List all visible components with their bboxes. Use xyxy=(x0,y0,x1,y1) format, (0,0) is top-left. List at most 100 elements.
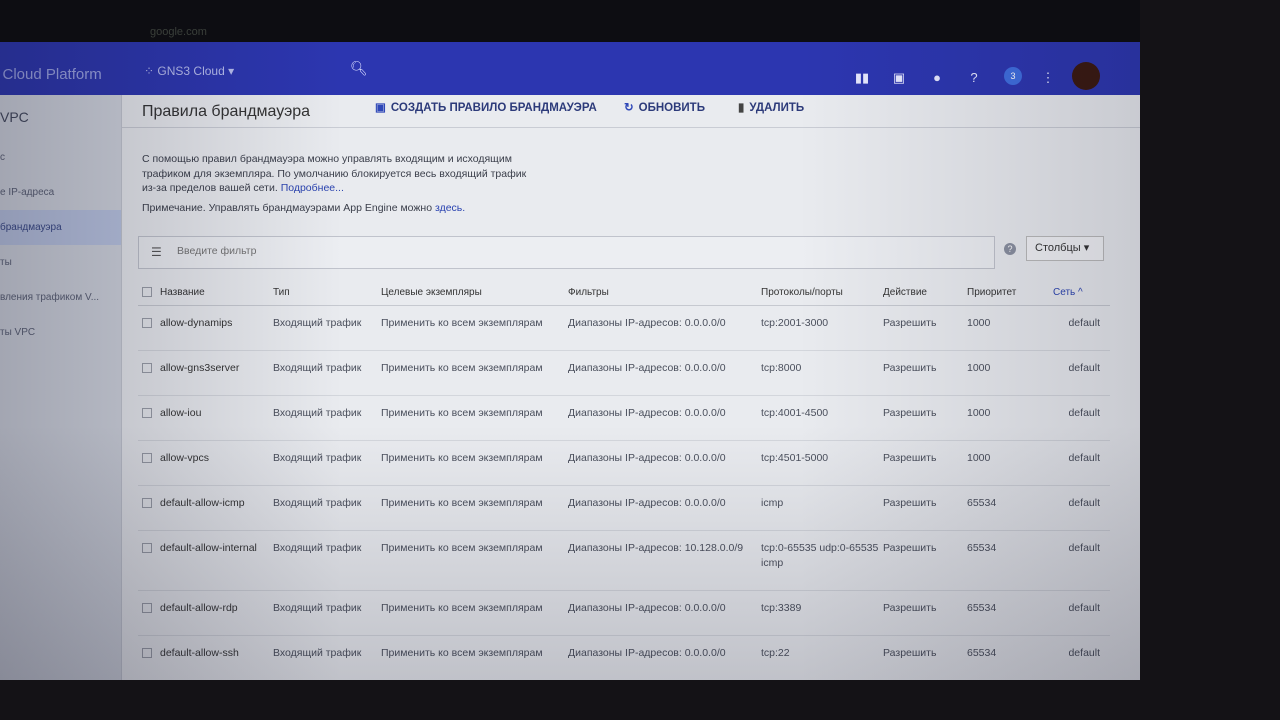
refresh-button[interactable]: ↻ ОБНОВИТЬ xyxy=(624,100,705,114)
filter-icon: ☰ xyxy=(151,245,162,259)
rule-name[interactable]: allow-vpcs xyxy=(160,452,209,464)
rule-name[interactable]: default-allow-rdp xyxy=(160,602,238,614)
rule-targets: Применить ко всем экземплярам xyxy=(381,635,568,680)
rule-network: default xyxy=(1053,485,1110,531)
rule-ports: tcp:3389 xyxy=(761,590,883,636)
table-row[interactable]: default-allow-icmp Входящий трафик Приме… xyxy=(138,485,1110,531)
create-rule-button[interactable]: ▣ СОЗДАТЬ ПРАВИЛО БРАНДМАУЭРА xyxy=(375,100,597,114)
refresh-label: ОБНОВИТЬ xyxy=(638,102,705,114)
app-engine-link[interactable]: здесь. xyxy=(435,202,465,214)
brand-logo[interactable]: e Cloud Platform xyxy=(0,66,102,83)
rule-name[interactable]: default-allow-ssh xyxy=(160,647,239,659)
table-row[interactable]: default-allow-ssh Входящий трафик Примен… xyxy=(138,635,1110,680)
sidebar-title: VPC xyxy=(0,109,29,125)
header-name-label: Название xyxy=(160,286,205,298)
sidebar-item-vpc-peering[interactable]: ты VPC xyxy=(0,315,121,350)
columns-button[interactable]: Столбцы ▾ xyxy=(1026,236,1104,261)
avatar[interactable] xyxy=(1072,62,1100,90)
rule-name[interactable]: default-allow-internal xyxy=(160,542,257,554)
table-row[interactable]: allow-vpcs Входящий трафик Применить ко … xyxy=(138,440,1110,486)
delete-button[interactable]: ▮ УДАЛИТЬ xyxy=(738,100,804,114)
filter-input[interactable] xyxy=(177,245,777,257)
rule-network: default xyxy=(1053,350,1110,396)
columns-label: Столбцы xyxy=(1035,242,1081,254)
learn-more-link[interactable]: Подробнее... xyxy=(281,182,344,194)
notifications-icon[interactable]: ● xyxy=(929,70,945,86)
rule-network: default xyxy=(1053,590,1110,636)
header-ports[interactable]: Протоколы/порты xyxy=(761,280,883,306)
row-checkbox[interactable] xyxy=(142,647,152,658)
more-icon[interactable]: ⋮ xyxy=(1040,70,1056,86)
rule-targets: Применить ко всем экземплярам xyxy=(381,305,568,351)
rule-targets: Применить ко всем экземплярам xyxy=(381,485,568,531)
help-icon[interactable]: ? xyxy=(966,70,982,86)
rule-action: Разрешить xyxy=(883,590,967,636)
filter-bar[interactable]: ☰ xyxy=(138,236,995,269)
rule-action: Разрешить xyxy=(883,305,967,351)
rule-action: Разрешить xyxy=(883,395,967,441)
rule-type: Входящий трафик xyxy=(273,485,381,531)
search-icon[interactable]: 🔍︎ xyxy=(350,60,368,77)
main-content: Правила брандмауэра ▣ СОЗДАТЬ ПРАВИЛО БРА… xyxy=(122,95,1140,680)
sidebar-item-traffic-control[interactable]: вления трафиком V... xyxy=(0,280,121,315)
sidebar-item-routes[interactable]: ты xyxy=(0,245,121,280)
row-checkbox[interactable] xyxy=(142,362,152,373)
rule-action: Разрешить xyxy=(883,530,967,591)
sidebar-item-ip-addresses[interactable]: е IP-адреса xyxy=(0,175,121,210)
row-checkbox[interactable] xyxy=(142,317,152,328)
note: Примечание. Управлять брандмауэрами App … xyxy=(142,202,465,214)
rule-name[interactable]: allow-gns3server xyxy=(160,362,239,374)
rule-filters: Диапазоны IP-адресов: 0.0.0.0/0 xyxy=(568,350,761,396)
header-filters[interactable]: Фильтры xyxy=(568,280,761,306)
rule-priority: 1000 xyxy=(967,305,1053,351)
sidebar-item-firewall[interactable]: брандмауэра xyxy=(0,210,121,245)
header-priority[interactable]: Приоритет xyxy=(967,280,1053,306)
rule-ports: tcp:22 xyxy=(761,635,883,680)
row-checkbox[interactable] xyxy=(142,542,152,553)
notification-badge[interactable]: 3 xyxy=(1004,67,1022,85)
row-checkbox[interactable] xyxy=(142,497,152,508)
row-checkbox[interactable] xyxy=(142,452,152,463)
table-row[interactable]: default-allow-internal Входящий трафик П… xyxy=(138,530,1110,591)
rule-priority: 1000 xyxy=(967,440,1053,486)
rule-network: default xyxy=(1053,530,1110,591)
rule-filters: Диапазоны IP-адресов: 0.0.0.0/0 xyxy=(568,485,761,531)
delete-label: УДАЛИТЬ xyxy=(749,102,805,114)
rule-priority: 65534 xyxy=(967,485,1053,531)
refresh-icon: ↻ xyxy=(624,102,634,114)
table-row[interactable]: allow-gns3server Входящий трафик Примени… xyxy=(138,350,1110,396)
table-row[interactable]: default-allow-rdp Входящий трафик Примен… xyxy=(138,590,1110,636)
select-all-checkbox[interactable] xyxy=(142,287,152,298)
rule-ports: tcp:2001-3000 xyxy=(761,305,883,351)
table-row[interactable]: allow-dynamips Входящий трафик Применить… xyxy=(138,305,1110,351)
trash-icon: ▮ xyxy=(738,102,745,114)
header-network[interactable]: Сеть ^ xyxy=(1053,280,1110,306)
cloud-shell-icon[interactable]: ▣ xyxy=(891,70,907,86)
rule-network: default xyxy=(1053,395,1110,441)
rule-priority: 65534 xyxy=(967,635,1053,680)
header-targets[interactable]: Целевые экземпляры xyxy=(381,280,568,306)
sidebar-item-networks[interactable]: с xyxy=(0,140,121,175)
rule-type: Входящий трафик xyxy=(273,440,381,486)
url-text[interactable]: google.com xyxy=(150,26,207,38)
create-label: СОЗДАТЬ ПРАВИЛО БРАНДМАУЭРА xyxy=(390,102,597,114)
rule-ports: icmp xyxy=(761,485,883,531)
description: С помощью правил брандмауэра можно управ… xyxy=(142,152,542,196)
rule-type: Входящий трафик xyxy=(273,395,381,441)
rule-priority: 1000 xyxy=(967,395,1053,441)
gift-icon[interactable]: ▮▮ xyxy=(854,70,870,86)
rule-name[interactable]: allow-iou xyxy=(160,407,201,419)
help-icon[interactable]: ? xyxy=(1004,243,1016,255)
header-name[interactable]: Название xyxy=(138,280,273,306)
rule-name[interactable]: default-allow-icmp xyxy=(160,497,245,509)
project-selector[interactable]: ⁘ GNS3 Cloud ▾ xyxy=(144,64,234,78)
rule-type: Входящий трафик xyxy=(273,590,381,636)
header-type[interactable]: Тип xyxy=(273,280,381,306)
table-row[interactable]: allow-iou Входящий трафик Применить ко в… xyxy=(138,395,1110,441)
rule-ports: tcp:8000 xyxy=(761,350,883,396)
row-checkbox[interactable] xyxy=(142,602,152,613)
rule-type: Входящий трафик xyxy=(273,350,381,396)
header-action[interactable]: Действие xyxy=(883,280,967,306)
rule-name[interactable]: allow-dynamips xyxy=(160,317,232,329)
row-checkbox[interactable] xyxy=(142,407,152,418)
